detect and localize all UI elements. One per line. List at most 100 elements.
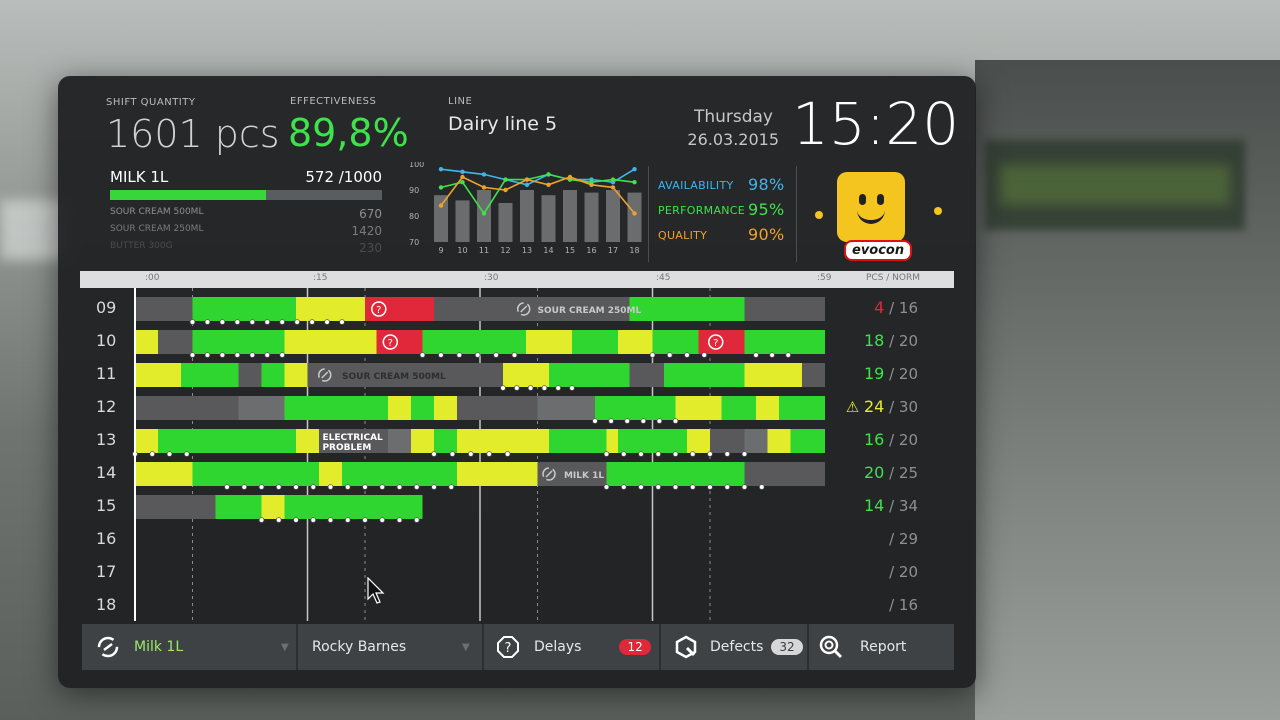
pcs-count: 14	[863, 496, 885, 515]
pcs-norm: 19 / 20	[838, 364, 918, 383]
background-board-glow	[1000, 165, 1230, 205]
timeline-segment-green	[192, 297, 296, 321]
hour-label: 15	[96, 496, 117, 515]
svg-text:?: ?	[376, 305, 381, 316]
production-dot	[234, 352, 241, 358]
production-dot	[249, 352, 256, 358]
delay-icon: ?	[497, 636, 519, 658]
pcs-norm: / 29	[838, 529, 918, 548]
mouse-cursor-icon	[367, 577, 385, 604]
dashboard-panel: SHIFT QUANTITY 1601 pcs EFFECTIVENESS 89…	[58, 76, 976, 688]
delays-label: Delays	[534, 639, 582, 655]
timeline-segment-green	[192, 462, 319, 486]
production-dot	[309, 319, 315, 325]
hour-label: 12	[96, 397, 117, 416]
production-dot	[724, 484, 731, 490]
timeline-segment-green	[549, 363, 630, 387]
production-dot	[279, 352, 286, 358]
production-dot	[769, 352, 775, 358]
timeline-segment-green	[629, 297, 745, 321]
timeline-segment-gray	[135, 396, 181, 420]
timeline-segment-gray	[480, 396, 538, 420]
hour-label: 09	[96, 298, 117, 317]
timeline-segment-green	[411, 396, 434, 420]
production-dot	[500, 385, 506, 391]
production-dot	[413, 517, 420, 523]
timeline-segment-green	[606, 462, 745, 486]
separator	[807, 624, 809, 670]
norm-value: / 29	[889, 530, 918, 548]
pcs-norm: 20 / 25	[838, 463, 918, 482]
timeline-segment-green	[779, 396, 825, 420]
timeline-segment-green	[652, 330, 699, 354]
production-dot	[456, 352, 463, 358]
production-dot	[204, 352, 211, 358]
operator-select[interactable]: Rocky Barnes ▼	[312, 624, 482, 670]
production-dot	[608, 418, 614, 424]
hour-label: 14	[96, 463, 117, 482]
production-dot	[219, 352, 226, 358]
timeline-segment-green	[434, 429, 457, 453]
timeline-segment-yellow	[135, 330, 158, 354]
timeline-segment-green	[284, 396, 388, 420]
svg-text:?: ?	[505, 641, 512, 656]
production-dot	[649, 352, 656, 358]
production-dot	[339, 319, 345, 325]
production-dot	[310, 517, 317, 523]
production-dot	[555, 385, 562, 391]
production-dot	[224, 484, 230, 490]
production-dot	[707, 484, 713, 490]
production-dot	[189, 319, 196, 325]
pcs-norm: / 20	[838, 562, 918, 581]
production-dot	[672, 451, 679, 457]
production-dot	[362, 484, 368, 490]
defects-label: Defects	[710, 639, 764, 655]
timeline-segment-gray	[744, 462, 825, 486]
warning-icon: ⚠	[845, 398, 864, 416]
product-select[interactable]: Milk 1L ▼	[96, 624, 296, 670]
defects-button[interactable]: Defects 32	[674, 624, 814, 670]
production-dot	[620, 484, 627, 490]
hour-label: 11	[96, 364, 117, 383]
changeover-icon	[97, 636, 119, 658]
production-dot	[189, 352, 196, 358]
production-dot	[275, 517, 282, 523]
production-dot	[310, 484, 317, 490]
production-dot	[603, 484, 610, 490]
pcs-count: 16	[863, 430, 885, 449]
separator	[659, 624, 661, 670]
production-dot	[258, 517, 265, 523]
production-dot	[569, 385, 575, 391]
pcs-count: 24	[863, 397, 885, 416]
timeline-segment-gray	[744, 297, 825, 321]
delays-button[interactable]: ? Delays 12	[496, 624, 666, 670]
production-dot	[640, 418, 647, 424]
production-dot	[672, 418, 679, 424]
timeline-segment-green	[261, 363, 285, 387]
timeline-segment-green	[192, 330, 285, 354]
timeline-segment-yellow	[261, 495, 285, 519]
production-dot	[327, 517, 334, 523]
timeline-segment-yellow	[767, 429, 791, 453]
production-dot	[474, 352, 481, 358]
production-dot	[689, 484, 696, 490]
production-dot	[396, 517, 403, 523]
pcs-norm: 4 / 16	[838, 298, 918, 317]
production-dot	[655, 451, 662, 457]
production-dot	[638, 484, 644, 490]
production-dot	[527, 385, 534, 391]
production-dot	[431, 451, 437, 457]
timeline-segment-yellow	[457, 429, 549, 453]
hour-label: 10	[96, 331, 117, 350]
timeline-segment-gray	[238, 363, 262, 387]
pcs-count: 18	[863, 331, 885, 350]
timeline-segment-gray	[629, 363, 664, 387]
production-dot	[592, 418, 598, 424]
changeover-label: SOUR CREAM 250ML	[538, 306, 642, 316]
production-dot	[624, 418, 630, 424]
timeline-segment-gray	[181, 396, 239, 420]
norm-value: / 20	[889, 563, 918, 581]
pcs-count: 20	[863, 463, 885, 482]
report-button[interactable]: Report	[818, 624, 948, 670]
production-dot	[504, 451, 511, 457]
